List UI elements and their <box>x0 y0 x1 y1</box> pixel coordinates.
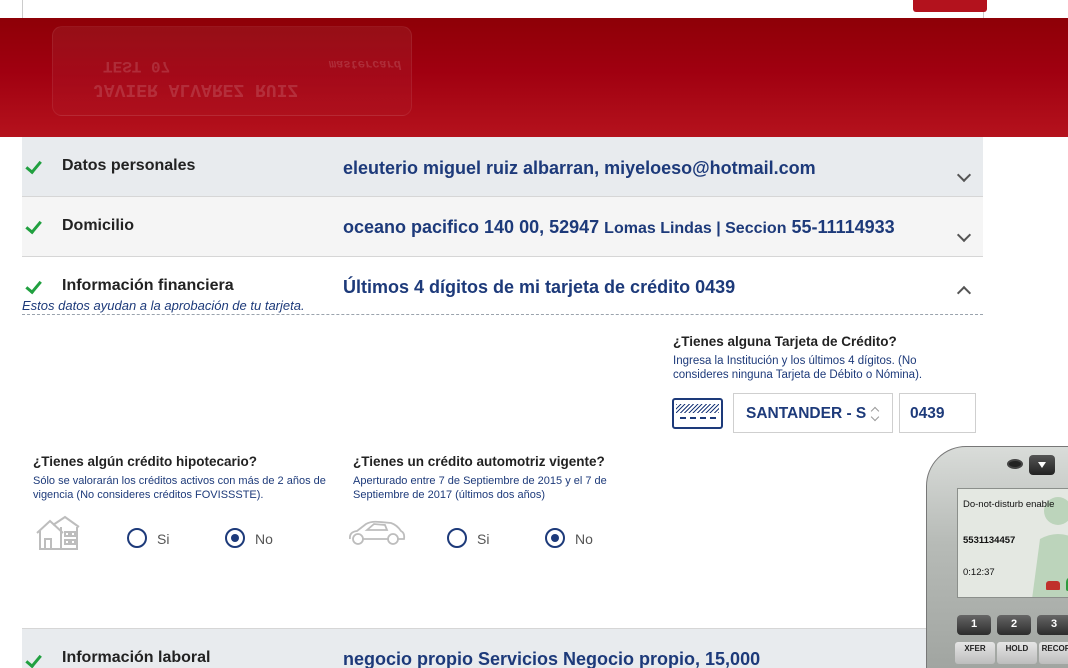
section-summary: negocio propio Servicios Negocio propio,… <box>343 649 761 668</box>
credit-card-question-title: ¿Tienes alguna Tarjeta de Crédito? <box>673 334 897 349</box>
reflection-text-name: JAVIER ALVAREZ RUIZ <box>93 79 299 99</box>
softphone-display: Do-not-disturb enable 5531134457 0:12:37 <box>957 488 1068 598</box>
reflection-logo: mastercard <box>329 57 402 71</box>
select-updown-icon <box>870 406 880 422</box>
institution-select[interactable]: SANTANDER - S <box>733 393 893 433</box>
credit-card-question-help: Ingresa la Institución y los últimos 4 d… <box>673 355 923 381</box>
softphone-widget[interactable]: Do-not-disturb enable 5531134457 0:12:37… <box>926 446 1068 668</box>
check-icon <box>34 217 48 227</box>
check-icon <box>34 651 48 661</box>
section-summary: oceano pacifico 140 00, 52947 Lomas Lind… <box>343 217 895 238</box>
mortgage-question-title: ¿Tienes algún crédito hipotecario? <box>33 454 258 469</box>
key-3-button[interactable]: 3 <box>1037 615 1068 635</box>
section-summary: eleuterio miguel ruiz albarran, miyeloes… <box>343 158 816 178</box>
softphone-menu-button[interactable] <box>1029 455 1055 475</box>
dotted-divider <box>22 314 983 315</box>
hero-banner: JAVIER ALVAREZ RUIZ TEST 07 mastercard <box>0 18 1068 137</box>
xfer-button[interactable]: XFER <box>955 642 995 664</box>
house-icon <box>36 515 80 550</box>
record-button[interactable]: RECORD <box>1039 642 1068 664</box>
section-title: Información financiera <box>62 277 234 294</box>
mortgage-no-label[interactable]: No <box>255 531 273 547</box>
softphone-status: Do-not-disturb enable <box>963 499 1055 510</box>
chevron-up-icon[interactable] <box>958 283 970 295</box>
card-stripe <box>676 404 719 413</box>
auto-question-help: Aperturado entre 7 de Septiembre de 2015… <box>353 475 607 501</box>
section-summary: Últimos 4 dígitos de mi tarjeta de crédi… <box>343 277 736 297</box>
page: JAVIER ALVAREZ RUIZ TEST 07 mastercard D… <box>0 0 1068 668</box>
section-personal-header[interactable]: Datos personales eleuterio miguel ruiz a… <box>22 137 983 196</box>
auto-question-title: ¿Tienes un crédito automotriz vigente? <box>353 454 605 469</box>
section-title: Información laboral <box>62 649 211 666</box>
card-number-dots <box>680 417 716 419</box>
section-title: Domicilio <box>62 217 135 234</box>
mortgage-yes-label[interactable]: Si <box>157 531 169 547</box>
section-address-header[interactable]: Domicilio oceano pacifico 140 00, 52947 … <box>22 197 983 256</box>
key-2-button[interactable]: 2 <box>997 615 1031 635</box>
address-phone: 55-11114933 <box>791 217 895 237</box>
chevron-down-icon[interactable] <box>958 230 970 242</box>
phone-handset-icon <box>1046 581 1060 590</box>
section-address[interactable]: Domicilio oceano pacifico 140 00, 52947 … <box>0 197 1068 256</box>
last-digits-value: 0439 <box>910 405 945 422</box>
softphone-led-icon <box>1007 459 1023 469</box>
credit-card-thumbnail <box>913 0 987 12</box>
address-colony: Lomas Lindas | Seccion <box>604 220 787 237</box>
mortgage-question-help: Sólo se valorarán los créditos activos c… <box>33 475 326 501</box>
chevron-down-icon[interactable] <box>958 170 970 182</box>
section-personal[interactable]: Datos personales eleuterio miguel ruiz a… <box>0 137 1068 196</box>
credit-card-icon <box>672 398 723 429</box>
last-digits-input[interactable]: 0439 <box>899 393 976 433</box>
section-subtitle: Estos datos ayudan a la aprobación de tu… <box>22 298 305 313</box>
car-icon <box>348 520 406 545</box>
section-work[interactable]: Información laboral negocio propio Servi… <box>0 629 1068 668</box>
section-work-header[interactable]: Información laboral negocio propio Servi… <box>22 629 983 668</box>
check-icon <box>34 157 48 167</box>
institution-select-value: SANTANDER - S <box>746 405 867 422</box>
top-bar <box>0 0 1068 18</box>
auto-no-radio[interactable] <box>545 528 565 548</box>
section-title: Datos personales <box>62 157 196 174</box>
auto-no-label[interactable]: No <box>575 531 593 547</box>
section-financial-header[interactable]: Información financiera Últimos 4 dígitos… <box>22 257 983 297</box>
reflection-text-digits: TEST 07 <box>103 57 171 75</box>
mortgage-yes-radio[interactable] <box>127 528 147 548</box>
auto-yes-radio[interactable] <box>447 528 467 548</box>
address-main: oceano pacifico 140 00, 52947 <box>343 217 600 237</box>
credit-card-reflection-image: JAVIER ALVAREZ RUIZ TEST 07 mastercard <box>52 26 412 116</box>
mortgage-no-radio[interactable] <box>225 528 245 548</box>
hold-button[interactable]: HOLD <box>997 642 1037 664</box>
top-bar-panel <box>22 0 987 18</box>
check-icon <box>34 277 48 287</box>
auto-yes-label[interactable]: Si <box>477 531 489 547</box>
key-1-button[interactable]: 1 <box>957 615 991 635</box>
softphone-number: 5531134457 <box>963 535 1016 546</box>
softphone-timer: 0:12:37 <box>963 567 995 578</box>
section-financial[interactable]: Información financiera Últimos 4 dígitos… <box>0 257 1068 297</box>
